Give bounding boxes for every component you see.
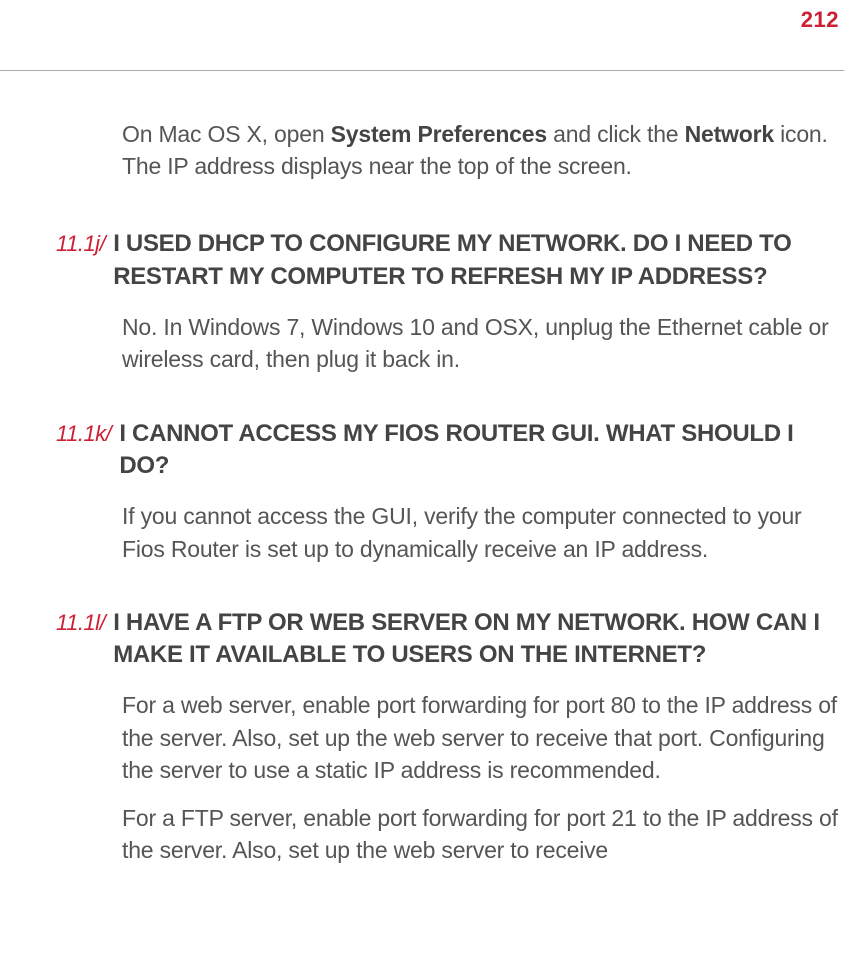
intro-text-2: and click the (547, 121, 685, 147)
page-number: 212 (801, 7, 839, 33)
qa-block-11-1l: 11.1l/ I HAVE A FTP OR WEB SERVER ON MY … (122, 607, 839, 867)
intro-text-1: On Mac OS X, open (122, 121, 331, 147)
question-text: I USED DHCP TO CONFIGURE MY NETWORK. DO … (113, 228, 839, 293)
qa-block-11-1k: 11.1k/ I CANNOT ACCESS MY FIOS ROUTER GU… (122, 418, 839, 565)
section-marker: 11.1l/ (56, 607, 105, 636)
header-divider (0, 70, 844, 71)
answer-text: No. In Windows 7, Windows 10 and OSX, un… (122, 311, 839, 375)
question-text: I CANNOT ACCESS MY FIOS ROUTER GUI. WHAT… (119, 418, 839, 483)
question-row: 11.1j/ I USED DHCP TO CONFIGURE MY NETWO… (56, 228, 839, 293)
answer-text: For a FTP server, enable port forwarding… (122, 802, 839, 866)
main-content: On Mac OS X, open System Preferences and… (122, 118, 839, 908)
intro-bold-2: Network (685, 121, 774, 147)
question-row: 11.1k/ I CANNOT ACCESS MY FIOS ROUTER GU… (56, 418, 839, 483)
section-marker: 11.1k/ (56, 418, 111, 447)
question-text: I HAVE A FTP OR WEB SERVER ON MY NETWORK… (113, 607, 839, 672)
question-row: 11.1l/ I HAVE A FTP OR WEB SERVER ON MY … (56, 607, 839, 672)
answer-text: For a web server, enable port forwarding… (122, 689, 839, 786)
section-marker: 11.1j/ (56, 228, 105, 257)
intro-paragraph: On Mac OS X, open System Preferences and… (122, 118, 839, 182)
answer-text: If you cannot access the GUI, verify the… (122, 500, 839, 564)
qa-block-11-1j: 11.1j/ I USED DHCP TO CONFIGURE MY NETWO… (122, 228, 839, 375)
intro-bold-1: System Preferences (331, 121, 547, 147)
